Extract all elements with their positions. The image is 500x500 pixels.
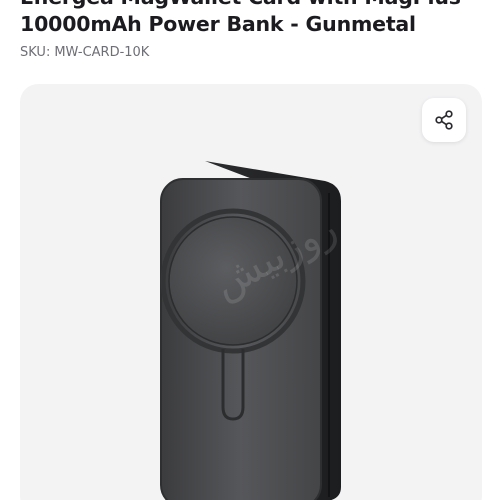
sku-label: SKU: bbox=[20, 45, 51, 60]
product-title: Energea MagWallet Card with MagPlus 1000… bbox=[20, 0, 461, 36]
product-image: روزبیش bbox=[160, 161, 344, 500]
sku-value: MW-CARD-10K bbox=[54, 45, 150, 60]
product-page: Energea MagWallet Card with MagPlus 1000… bbox=[0, 0, 500, 500]
product-sku: SKU: MW-CARD-10K bbox=[20, 44, 149, 62]
share-button[interactable] bbox=[422, 98, 466, 142]
product-image-gallery[interactable]: روزبیش bbox=[20, 84, 482, 500]
share-icon bbox=[433, 109, 455, 131]
